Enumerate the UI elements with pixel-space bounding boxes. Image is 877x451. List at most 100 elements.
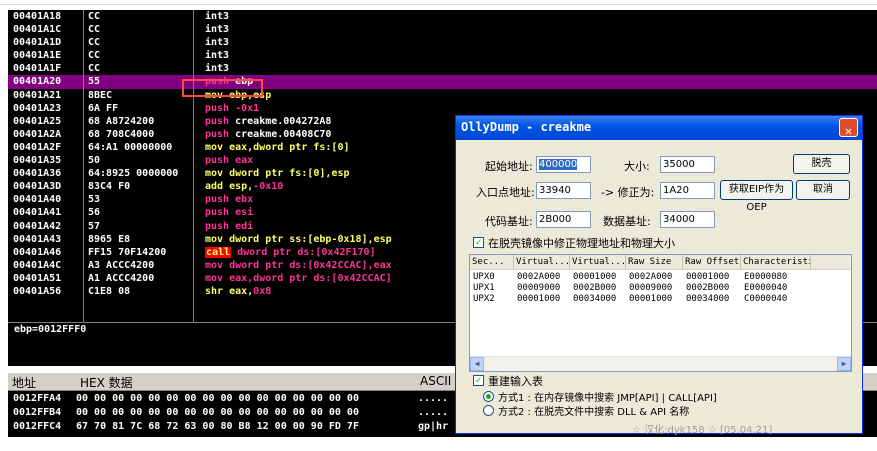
table-cell: 0002A000 — [517, 272, 561, 282]
instruction-token: mov eax,dword ptr ds:[0x42CCAC] — [205, 272, 392, 284]
instruction-token: push — [205, 128, 236, 140]
instruction-token: add esp, — [205, 181, 254, 193]
disasm-hex: 6A FF — [88, 102, 119, 114]
column-header[interactable]: Virtual... — [514, 255, 570, 269]
get-eip-button[interactable]: 获取EIP作为OEP — [720, 180, 793, 213]
disasm-instruction: int3 — [205, 23, 229, 36]
disasm-instruction: mov dword ptr fs:[0],esp — [205, 167, 350, 180]
horizontal-scrollbar[interactable]: ◀ ▶ — [470, 356, 851, 371]
instruction-token: push ebx — [205, 194, 254, 206]
column-header[interactable]: Sec... — [470, 255, 514, 269]
dump-hex: 00 00 00 00 00 00 00 00 00 00 00 00 00 0… — [76, 393, 359, 404]
sections-table[interactable]: Sec... Virtual... Virtual... Raw Size Raw Of… — [469, 254, 852, 372]
table-cell: UPX0 — [473, 272, 495, 282]
disasm-row[interactable]: 00401A23 6A FF push -0x1 — [8, 102, 877, 115]
code-base-field[interactable]: 2B000 — [536, 211, 591, 228]
screenshot: 00401A18 CC int3 00401A1C CC int3 00401A1D CC in… — [0, 0, 877, 451]
dump-header-address[interactable]: 地址 — [12, 374, 36, 391]
disasm-address: 00401A3D — [13, 181, 62, 193]
dump-header-ascii[interactable]: ASCII — [420, 374, 451, 388]
instruction-token: creakme.004272A8 — [235, 115, 332, 127]
table-cell: 00034000 — [686, 294, 730, 304]
table-cell: 00009000 — [629, 283, 673, 293]
disasm-hex: 8965 E8 — [88, 233, 131, 245]
disasm-hex: CC — [88, 11, 101, 22]
instruction-token: mov dword ptr ss:[ebp-0x18],esp — [205, 233, 392, 245]
column-header[interactable]: Raw Offset — [683, 255, 741, 269]
disasm-row[interactable]: 00401A20 55 push ebp — [8, 75, 877, 89]
disasm-row[interactable]: 00401A1D CC int3 — [8, 36, 877, 49]
column-header[interactable]: Characteristi — [741, 255, 811, 269]
disasm-address: 00401A36 — [13, 168, 62, 180]
close-button[interactable]: ✕ — [839, 118, 858, 138]
size-field[interactable]: 35000 — [660, 156, 715, 173]
disasm-address: 00401A51 — [13, 272, 62, 284]
disasm-hex: CC — [88, 50, 101, 62]
instruction-token: 0x8 — [253, 285, 272, 297]
start-address-field[interactable]: 400000 — [536, 156, 591, 173]
fix-address-checkbox[interactable]: ✓ — [473, 237, 484, 248]
method1-radio[interactable] — [483, 391, 494, 402]
disasm-address: 00401A41 — [13, 207, 62, 219]
disasm-address: 00401A1D — [13, 37, 62, 49]
disasm-hex: 68 708C4000 — [88, 128, 155, 140]
disasm-instruction: mov dword ptr ss:[ebp-0x18],esp — [205, 233, 392, 246]
table-cell: 00001000 — [517, 294, 561, 304]
disasm-instruction: push creakme.004272A8 — [205, 115, 331, 128]
dialog-titlebar[interactable]: OllyDump - creakme ✕ — [456, 116, 862, 140]
disasm-instruction: push -0x1 — [205, 102, 259, 115]
column-header[interactable]: Raw Size — [626, 255, 683, 269]
disasm-hex: 64:A1 00000000 — [88, 141, 173, 153]
disasm-row[interactable]: 00401A21 8BEC mov ebp,esp — [8, 89, 877, 102]
disasm-row[interactable]: 00401A1E CC int3 — [8, 49, 877, 62]
instruction-token: -0x1 — [235, 102, 260, 114]
disasm-row[interactable]: 00401A1C CC int3 — [8, 23, 877, 36]
dump-header-hex[interactable]: HEX 数据 — [80, 374, 133, 391]
cancel-button[interactable]: 取消 — [796, 180, 850, 200]
instruction-token: int3 — [205, 63, 230, 75]
disasm-instruction: mov dword ptr ds:[0x42CCAC],eax — [205, 259, 392, 272]
disasm-hex: 8BEC — [88, 89, 113, 101]
dump-ascii: ..... — [418, 393, 449, 404]
dump-button[interactable]: 脱壳 — [793, 154, 850, 174]
disasm-hex: A1 ACCC4200 — [88, 272, 155, 284]
entry-point-field[interactable]: 33940 — [536, 182, 591, 199]
disasm-row[interactable]: 00401A1F CC int3 — [8, 62, 877, 75]
data-base-label: 数据基址: — [603, 215, 651, 228]
disasm-instruction: int3 — [205, 62, 229, 75]
disasm-row[interactable]: 00401A18 CC int3 — [8, 10, 877, 23]
start-address-label: 起始地址: — [485, 160, 533, 173]
table-cell: 0002B000 — [573, 283, 617, 293]
disasm-address: 00401A42 — [13, 220, 62, 232]
disasm-hex: 64:8925 0000000 — [88, 168, 179, 180]
disasm-address: 00401A21 — [13, 89, 62, 101]
disasm-address: 00401A46 — [13, 246, 62, 258]
credit-text: ☆ 汉化:dyk158 ☆ [05.04.21] — [632, 425, 773, 436]
disasm-instruction: push creakme.00408C70 — [205, 128, 331, 141]
scroll-right-icon[interactable]: ▶ — [837, 357, 851, 371]
scroll-left-icon[interactable]: ◀ — [470, 357, 484, 371]
sections-table-header: Sec... Virtual... Virtual... Raw Size Raw Of… — [470, 255, 851, 270]
column-header[interactable]: Virtual... — [570, 255, 626, 269]
disasm-hex: CC — [88, 37, 101, 49]
table-cell: UPX1 — [473, 283, 495, 293]
table-cell: 00001000 — [686, 272, 730, 282]
rebuild-import-checkbox[interactable]: ✓ — [473, 375, 484, 386]
disasm-instruction: int3 — [205, 49, 229, 62]
table-cell: 0002B000 — [686, 283, 730, 293]
rebuild-import-label: 重建输入表 — [488, 375, 543, 388]
instruction-token: mov eax,dword ptr fs:[0] — [205, 141, 350, 153]
code-base-label: 代码基址: — [485, 215, 533, 228]
table-cell: 00001000 — [573, 272, 617, 282]
instruction-token: mov dword ptr fs:[0],esp — [205, 168, 350, 180]
data-base-field[interactable]: 34000 — [660, 211, 715, 228]
table-cell: E0000080 — [744, 272, 788, 282]
table-cell: UPX2 — [473, 294, 495, 304]
method2-label: 方式2 : 在脱壳文件中搜索 DLL & API 名称 — [498, 407, 690, 418]
fixed-entry-field[interactable]: 1A20 — [660, 182, 715, 199]
disasm-address: 00401A56 — [13, 285, 62, 297]
method2-radio[interactable] — [483, 405, 494, 416]
instruction-token: push — [205, 115, 236, 127]
table-cell: 00034000 — [573, 294, 617, 304]
instruction-token: mov dword ptr ds:[0x42CCAC],eax — [205, 259, 392, 271]
